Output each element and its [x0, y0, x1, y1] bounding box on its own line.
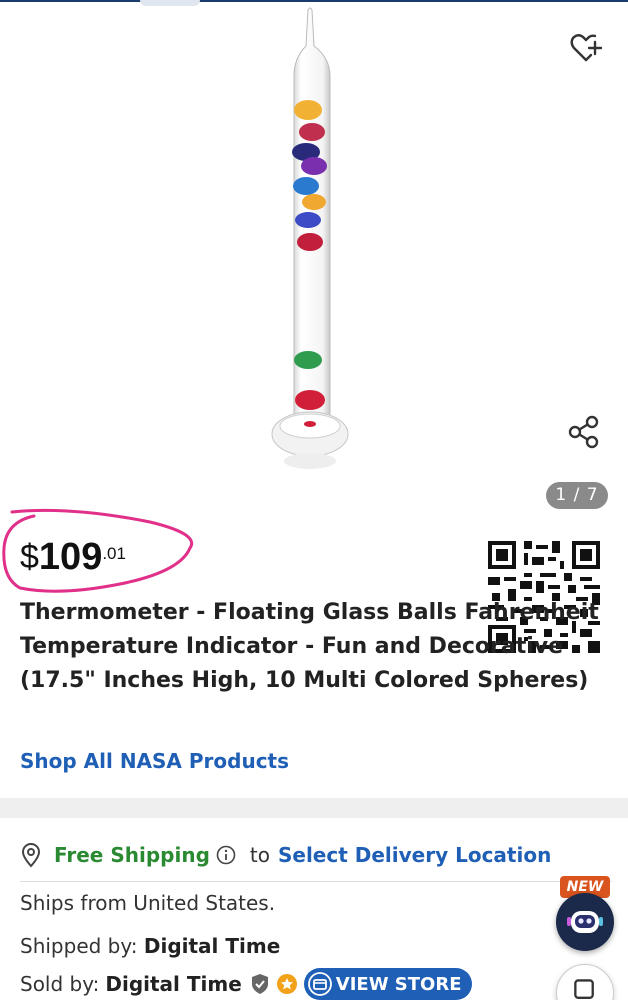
to-label: to	[249, 843, 270, 867]
compare-checkbox-button[interactable]	[556, 964, 614, 1000]
free-shipping-label: Free Shipping	[54, 843, 210, 867]
select-delivery-location-link[interactable]: Select Delivery Location	[278, 843, 551, 867]
divider-line	[20, 881, 612, 882]
price-cents: .01	[102, 544, 126, 563]
image-counter: 1 / 7	[546, 482, 608, 509]
sold-by-row: Sold by: Digital Time VIEW STORE	[20, 968, 472, 1000]
price: $109.01	[20, 536, 126, 579]
shop-all-products-link[interactable]: Shop All NASA Products	[20, 749, 289, 773]
location-pin-icon	[21, 843, 41, 868]
product-title: Thermometer - Floating Glass Balls Fahre…	[20, 600, 599, 693]
sold-by-label: Sold by:	[20, 972, 100, 996]
checkbox-icon	[574, 979, 594, 999]
shipped-by-label: Shipped by:	[20, 934, 138, 958]
sold-by-seller-link[interactable]: Digital Time	[105, 972, 241, 996]
view-store-button[interactable]: VIEW STORE	[303, 968, 472, 1000]
shipped-by-value: Digital Time	[143, 934, 281, 958]
add-to-wishlist-heart-plus-icon[interactable]	[566, 28, 606, 68]
shipped-by-row: Shipped by: Digital Time	[20, 934, 280, 958]
top-seller-star-icon	[276, 974, 297, 994]
verified-shield-icon	[251, 974, 268, 994]
ships-from-text: Ships from United States.	[20, 891, 276, 915]
image-gallery[interactable]: 1 / 7	[0, 2, 628, 512]
price-currency: $	[20, 538, 39, 576]
price-whole: 109	[38, 536, 103, 578]
assistant-bot-button[interactable]	[556, 893, 614, 951]
product-image	[271, 7, 349, 469]
share-icon[interactable]	[566, 414, 602, 450]
shipping-row: Free Shipping to Select Delivery Locatio…	[20, 840, 551, 870]
section-divider	[0, 798, 628, 818]
robot-icon	[567, 911, 603, 933]
store-icon	[307, 972, 332, 996]
view-store-label: VIEW STORE	[335, 973, 462, 995]
info-icon[interactable]	[216, 845, 236, 865]
